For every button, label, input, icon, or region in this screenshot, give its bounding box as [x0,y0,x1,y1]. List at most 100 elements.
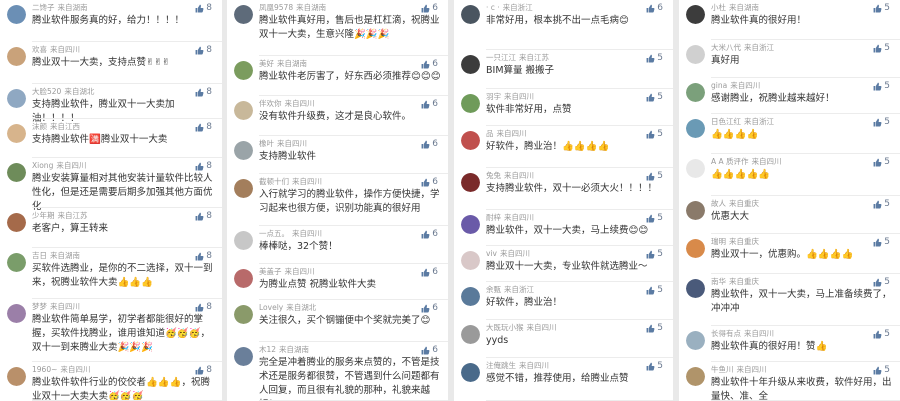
username[interactable]: Xiong [32,161,53,170]
like-button[interactable]: 8 [195,122,212,132]
avatar[interactable] [7,213,26,232]
username[interactable]: A A 质评作 [711,157,749,166]
username[interactable]: 梦梦 [32,302,47,311]
avatar[interactable] [686,119,705,138]
avatar[interactable] [686,159,705,178]
username[interactable]: 故人 [711,199,726,208]
avatar[interactable] [7,367,26,386]
like-button[interactable]: 5 [873,157,890,167]
avatar[interactable] [686,5,705,24]
username[interactable]: 伴欢你 [259,99,282,108]
username[interactable]: 南华 [711,277,726,286]
like-button[interactable]: 5 [646,53,663,63]
avatar[interactable] [461,251,480,270]
avatar[interactable] [234,269,253,288]
like-button[interactable]: 6 [421,229,438,239]
avatar[interactable] [686,239,705,258]
username[interactable]: Lovely [259,303,283,312]
username[interactable]: 一点五。 [259,229,289,238]
username[interactable]: 二馋子 [32,3,55,12]
username[interactable]: 少年期 [32,211,55,220]
username[interactable]: 1960~ [32,365,57,374]
username[interactable]: 羽宇 [486,92,501,101]
like-button[interactable]: 8 [195,211,212,221]
avatar[interactable] [7,304,26,323]
avatar[interactable] [7,163,26,182]
avatar[interactable] [234,231,253,250]
avatar[interactable] [461,173,480,192]
like-button[interactable]: 5 [646,92,663,102]
username[interactable]: 橡叶 [259,139,274,148]
like-button[interactable]: 5 [873,199,890,209]
username[interactable]: 大脸520 [32,87,61,96]
username[interactable]: 截顿十们 [259,177,289,186]
avatar[interactable] [234,101,253,120]
avatar[interactable] [686,331,705,350]
avatar[interactable] [7,124,26,143]
like-button[interactable]: 6 [421,177,438,187]
like-button[interactable]: 5 [873,329,890,339]
like-button[interactable]: 5 [646,361,663,371]
like-button[interactable]: 5 [873,117,890,127]
like-button[interactable]: 6 [421,267,438,277]
username[interactable]: 长得有点 [711,329,741,338]
avatar[interactable] [686,45,705,64]
username[interactable]: 大既玩小猴 [486,323,524,332]
username[interactable]: 注俺跳生 [486,361,516,370]
avatar[interactable] [461,363,480,382]
like-button[interactable]: 5 [646,323,663,333]
like-button[interactable]: 5 [873,43,890,53]
avatar[interactable] [234,179,253,198]
avatar[interactable] [234,5,253,24]
avatar[interactable] [461,325,480,344]
avatar[interactable] [461,287,480,306]
like-button[interactable]: 5 [873,277,890,287]
like-button[interactable]: 6 [421,3,438,13]
avatar[interactable] [686,83,705,102]
avatar[interactable] [7,5,26,24]
like-button[interactable]: 6 [421,303,438,313]
like-button[interactable]: 6 [421,345,438,355]
like-button[interactable]: 5 [646,171,663,181]
like-button[interactable]: 5 [873,81,890,91]
username[interactable]: · c · [486,3,500,12]
like-button[interactable]: 8 [195,161,212,171]
username[interactable]: viv [486,249,497,258]
like-button[interactable]: 6 [421,139,438,149]
avatar[interactable] [234,305,253,324]
like-button[interactable]: 6 [421,59,438,69]
like-button[interactable]: 5 [873,365,890,375]
avatar[interactable] [461,131,480,150]
like-button[interactable]: 8 [195,3,212,13]
avatar[interactable] [461,94,480,113]
like-button[interactable]: 8 [195,365,212,375]
like-button[interactable]: 5 [646,213,663,223]
like-button[interactable]: 5 [646,129,663,139]
like-button[interactable]: 6 [421,99,438,109]
username[interactable]: 一只江江 [486,53,516,62]
username[interactable]: 小杜 [711,3,726,12]
like-button[interactable]: 8 [195,251,212,261]
username[interactable]: 欢喜 [32,45,47,54]
username[interactable]: 沫颜 [32,122,47,131]
avatar[interactable] [461,215,480,234]
username[interactable]: 美好 [259,59,274,68]
avatar[interactable] [234,347,253,366]
username[interactable]: 木12 [259,345,276,354]
avatar[interactable] [686,201,705,220]
avatar[interactable] [234,61,253,80]
username[interactable]: 瑞明 [711,237,726,246]
avatar[interactable] [686,367,705,386]
username[interactable]: 美盖子 [259,267,282,276]
username[interactable]: 耐梓 [486,213,501,222]
username[interactable]: gina [711,81,727,90]
username[interactable]: 品 [486,129,494,138]
username[interactable]: 大米八代 [711,43,741,52]
like-button[interactable]: 5 [873,237,890,247]
avatar[interactable] [234,141,253,160]
like-button[interactable]: 8 [195,87,212,97]
like-button[interactable]: 5 [873,3,890,13]
like-button[interactable]: 8 [195,45,212,55]
like-button[interactable]: 5 [646,249,663,259]
username[interactable]: 凤凰9578 [259,3,293,12]
